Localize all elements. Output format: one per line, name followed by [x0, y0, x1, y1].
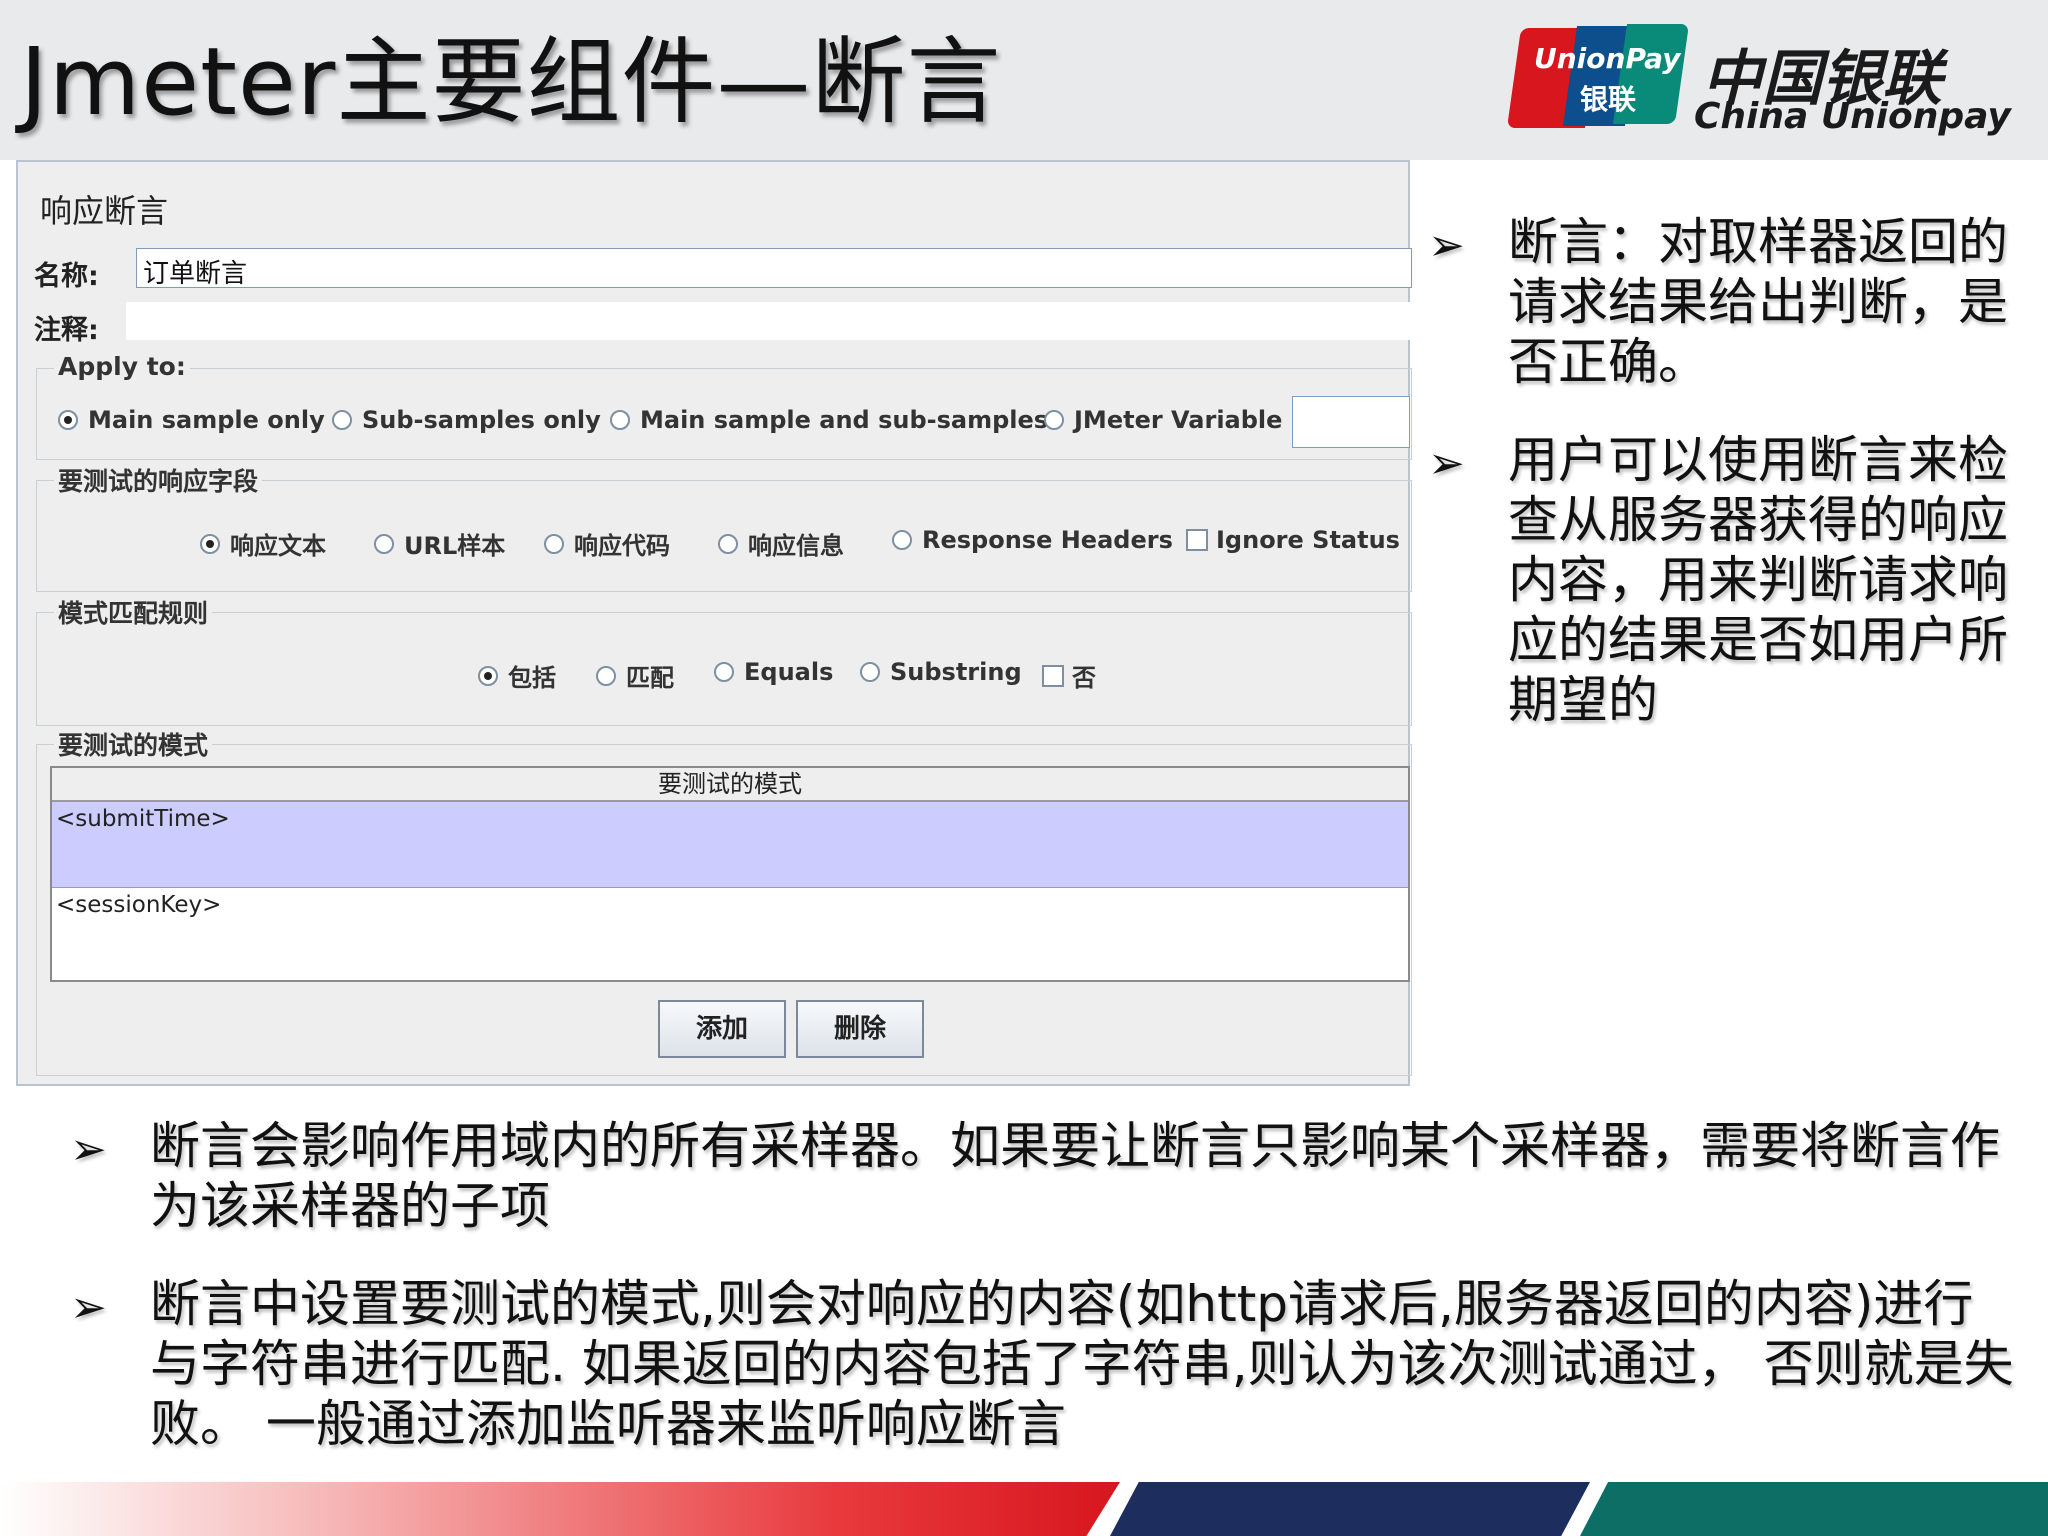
bottom-bullet-text: 断言中设置要测试的模式,则会对响应的内容(如http请求后,服务器返回的内容)进…	[150, 1275, 2014, 1453]
name-label: 名称:	[34, 261, 99, 292]
name-field[interactable]: 订单断言	[136, 248, 1412, 289]
logo-mark-line2: 银联	[1580, 83, 1637, 116]
slide-title: Jmeter主要组件—断言	[20, 28, 1002, 137]
radio-icon	[544, 533, 564, 554]
brand-name-en: China Unionpay	[1694, 96, 2011, 137]
radio-icon	[892, 530, 912, 550]
add-button[interactable]: 添加	[658, 1000, 786, 1058]
unionpay-logo-icon: UnionPay 银联	[1506, 22, 1690, 128]
negate-checkbox[interactable]: 否	[1042, 658, 1096, 693]
radio-contains[interactable]: 包括	[478, 658, 556, 693]
bullet-arrow-icon: ➢	[70, 1282, 107, 1333]
delete-button[interactable]: 删除	[796, 1000, 924, 1058]
bottom-bullet: ➢ 断言中设置要测试的模式,则会对响应的内容(如http请求后,服务器返回的内容…	[70, 1274, 2014, 1454]
patterns-column-header[interactable]: 要测试的模式	[52, 768, 1408, 802]
radio-response-code[interactable]: 响应代码	[544, 526, 670, 561]
response-assertion-panel: 响应断言 名称: 订单断言 注释: Apply to: Main sample …	[16, 160, 1412, 1086]
footer-band	[0, 1482, 2048, 1536]
radio-selected-icon	[58, 410, 78, 430]
patterns-title: 要测试的模式	[54, 726, 213, 762]
pattern-rules-title: 模式匹配规则	[54, 594, 213, 630]
right-bullet-text: 用户可以使用断言来检查从服务器获得的响应内容，用来判断请求响应的结果是否如用户所…	[1508, 431, 2008, 729]
radio-selected-icon	[200, 533, 220, 554]
bullet-arrow-icon: ➢	[70, 1124, 107, 1175]
comment-label: 注释:	[34, 315, 99, 346]
panel-title: 响应断言	[40, 192, 169, 230]
radio-response-text[interactable]: 响应文本	[200, 526, 326, 561]
radio-icon	[718, 533, 738, 554]
radio-response-message[interactable]: 响应信息	[718, 526, 844, 561]
bullet-arrow-icon: ➢	[1428, 438, 1465, 489]
checkbox-icon	[1042, 664, 1064, 687]
footer-red-stripe	[0, 1482, 1120, 1536]
radio-substring[interactable]: Substring	[860, 658, 1022, 686]
radio-icon	[610, 410, 630, 430]
radio-response-headers[interactable]: Response Headers	[892, 526, 1173, 554]
radio-icon	[860, 662, 880, 682]
comment-field[interactable]	[126, 302, 1412, 340]
right-bullet: ➢ 用户可以使用断言来检查从服务器获得的响应内容，用来判断请求响应的结果是否如用…	[1428, 430, 2028, 730]
radio-icon	[332, 410, 352, 430]
radio-icon	[596, 665, 616, 686]
radio-jmeter-variable[interactable]: JMeter Variable	[1044, 406, 1282, 434]
radio-icon	[374, 533, 394, 554]
radio-url-sample[interactable]: URL样本	[374, 526, 505, 561]
table-row[interactable]: <submitTime>	[52, 802, 1408, 888]
footer-blue-stripe	[1110, 1482, 1590, 1536]
bullet-arrow-icon: ➢	[1428, 220, 1465, 271]
radio-icon	[714, 662, 734, 682]
radio-equals[interactable]: Equals	[714, 658, 833, 686]
radio-selected-icon	[478, 665, 498, 686]
bottom-bullet: ➢ 断言会影响作用域内的所有采样器。如果要让断言只影响某个采样器，需要将断言作为…	[70, 1116, 2000, 1236]
radio-icon	[1044, 410, 1064, 430]
radio-sub-samples-only[interactable]: Sub-samples only	[332, 406, 601, 434]
ignore-status-checkbox[interactable]: Ignore Status	[1186, 526, 1400, 554]
bottom-bullet-text: 断言会影响作用域内的所有采样器。如果要让断言只影响某个采样器，需要将断言作为该采…	[150, 1117, 2000, 1235]
radio-main-and-sub-samples[interactable]: Main sample and sub-samples	[610, 406, 1048, 434]
response-field-title: 要测试的响应字段	[54, 462, 263, 498]
checkbox-icon	[1186, 529, 1208, 551]
apply-to-title: Apply to:	[54, 352, 190, 381]
logo-mark-line1: UnionPay	[1534, 42, 1681, 75]
jmeter-variable-input[interactable]	[1292, 396, 1410, 448]
footer-green-stripe	[1580, 1482, 2048, 1536]
right-bullet-text: 断言：对取样器返回的请求结果给出判断，是否正确。	[1508, 213, 2008, 391]
radio-main-sample-only[interactable]: Main sample only	[58, 406, 325, 434]
slide-header: Jmeter主要组件—断言 UnionPay 银联 中国银联 China Uni…	[0, 0, 2048, 160]
table-row[interactable]: <sessionKey>	[52, 888, 1408, 974]
right-bullet: ➢ 断言：对取样器返回的请求结果给出判断，是否正确。	[1428, 212, 2028, 392]
patterns-table: 要测试的模式 <submitTime> <sessionKey>	[50, 766, 1410, 982]
radio-matches[interactable]: 匹配	[596, 658, 674, 693]
